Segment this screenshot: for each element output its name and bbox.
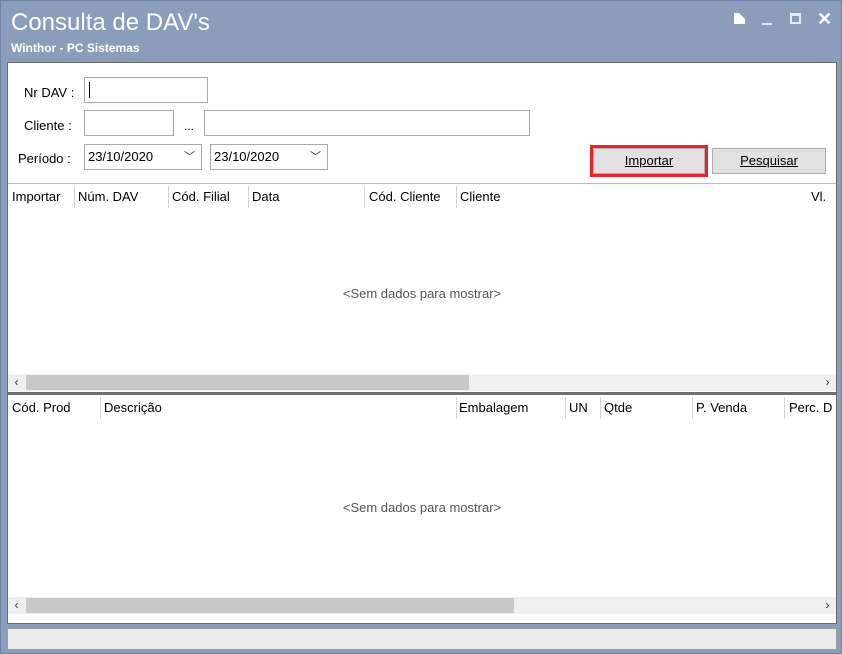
dav-grid: Importar Núm. DAV Cód. Filial Data Cód. … [8,183,836,395]
chevron-down-icon[interactable]: ﹀ [184,145,195,169]
title-bar[interactable]: Consulta de DAV's Winthor - PC Sistemas … [1,1,841,59]
scrollbar-thumb[interactable] [26,598,514,613]
horizontal-scrollbar[interactable]: ‹ › [8,597,836,614]
empty-state-text: <Sem dados para mostrar> [342,500,502,515]
column-header[interactable]: P. Venda [696,400,747,416]
column-header[interactable]: Vl. [811,189,826,205]
horizontal-scrollbar[interactable]: ‹ › [8,374,836,391]
column-header[interactable]: Núm. DAV [78,189,138,205]
restore-icon[interactable] [733,12,747,26]
maximize-icon[interactable] [789,12,803,26]
scroll-left-icon[interactable]: ‹ [8,597,25,614]
column-header[interactable]: Descrição [104,400,162,416]
chevron-down-icon[interactable]: ﹀ [310,145,321,169]
column-header[interactable]: Cód. Cliente [369,189,441,205]
column-header[interactable]: Importar [12,189,60,205]
minimize-icon[interactable] [761,12,775,26]
column-header[interactable]: UN [569,400,588,416]
window-title: Consulta de DAV's [11,9,210,36]
items-grid: Cód. Prod Descrição Embalagem UN Qtde P.… [8,395,836,623]
text-caret [89,82,90,98]
window-subtitle: Winthor - PC Sistemas [11,41,140,55]
column-header[interactable]: Data [252,189,279,205]
column-header[interactable]: Cód. Prod [12,400,71,416]
column-header[interactable]: Cliente [460,189,500,205]
scroll-left-icon[interactable]: ‹ [8,374,25,391]
column-header[interactable]: Qtde [604,400,632,416]
main-panel: Nr DAV : Cliente : ... Período : 23/10/2… [7,62,837,624]
periodo-label: Período : [18,151,71,166]
nr-dav-input[interactable] [84,77,208,103]
date-to-value: 23/10/2020 [214,149,280,164]
column-header[interactable]: Embalagem [459,400,528,416]
cliente-label: Cliente : [24,118,72,133]
scroll-right-icon[interactable]: › [819,597,836,614]
importar-button[interactable]: Importar [590,145,708,177]
close-icon[interactable]: ✕ [817,10,832,28]
items-grid-header: Cód. Prod Descrição Embalagem UN Qtde P.… [8,395,836,421]
column-header[interactable]: Perc. D [789,400,832,416]
window-controls: ✕ [733,9,832,29]
empty-state-text: <Sem dados para mostrar> [342,286,502,301]
pesquisar-button-label: Pesquisar [740,153,798,168]
filter-form: Nr DAV : Cliente : ... Período : 23/10/2… [8,63,836,183]
importar-button-label: Importar [624,153,674,168]
nr-dav-label: Nr DAV : [24,85,75,100]
status-bar [7,628,837,650]
pesquisar-button[interactable]: Pesquisar [712,148,826,174]
column-header[interactable]: Cód. Filial [172,189,230,205]
scroll-right-icon[interactable]: › [819,374,836,391]
dav-grid-header: Importar Núm. DAV Cód. Filial Data Cód. … [8,184,836,210]
app-window: Consulta de DAV's Winthor - PC Sistemas … [0,0,842,654]
cliente-name-input[interactable] [204,110,530,136]
date-to-picker[interactable]: 23/10/2020 ﹀ [210,144,328,170]
date-from-picker[interactable]: 23/10/2020 ﹀ [84,144,202,170]
cliente-lookup-button[interactable]: ... [184,119,194,133]
cliente-code-input[interactable] [84,110,174,136]
scrollbar-thumb[interactable] [26,375,469,390]
date-from-value: 23/10/2020 [88,149,154,164]
